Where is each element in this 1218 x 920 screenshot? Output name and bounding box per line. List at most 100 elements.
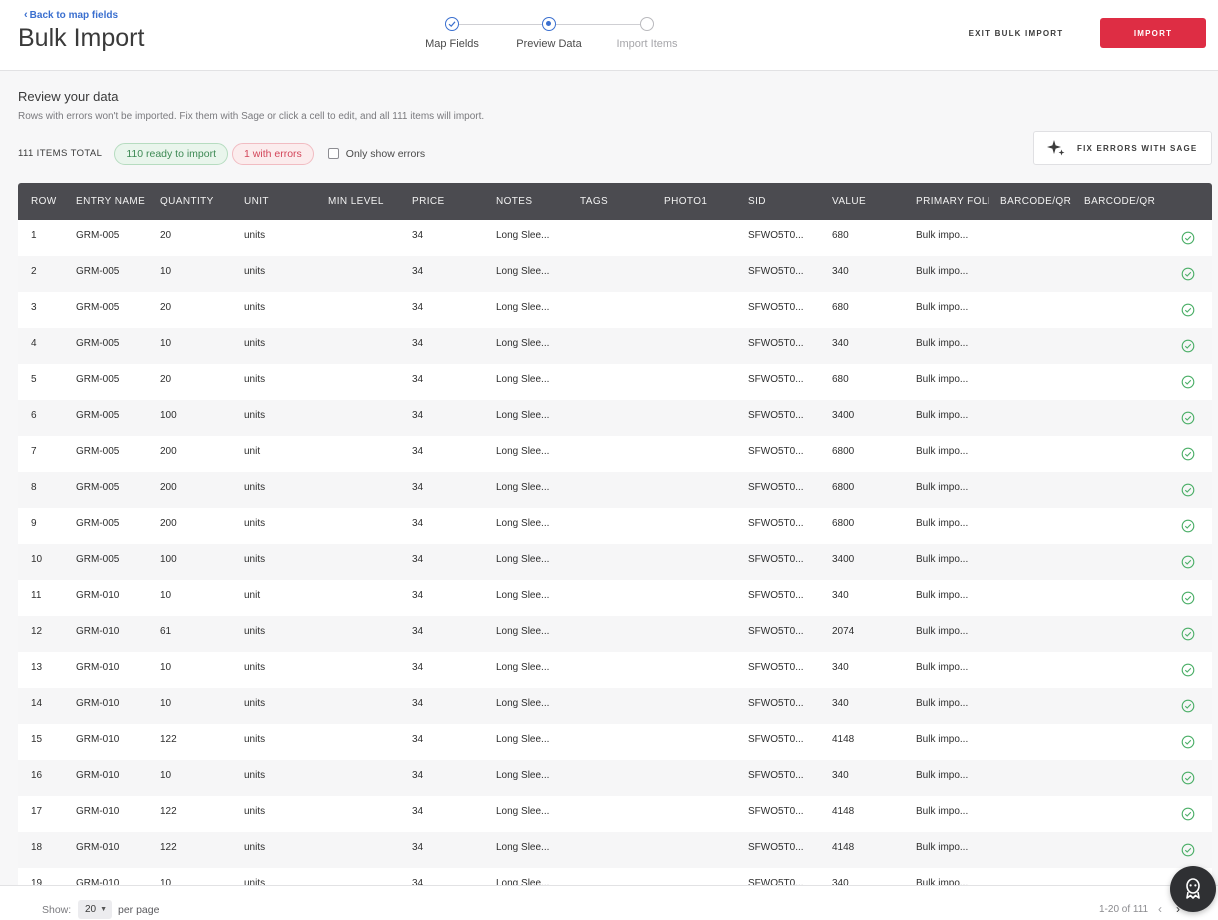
table-cell[interactable]: Long Slee...	[496, 436, 576, 468]
table-cell[interactable]: SFWO5T0...	[748, 796, 828, 828]
table-cell[interactable]	[1084, 868, 1164, 885]
table-cell[interactable]: Bulk impo...	[916, 328, 989, 360]
table-cell[interactable]: GRM-010	[76, 580, 156, 612]
table-cell[interactable]: Bulk impo...	[916, 580, 989, 612]
table-cell[interactable]	[1084, 256, 1164, 288]
table-cell[interactable]: 6800	[832, 472, 912, 504]
table-cell[interactable]: units	[244, 544, 324, 576]
table-cell[interactable]: 200	[160, 508, 240, 540]
table-cell[interactable]: units	[244, 292, 324, 324]
table-row[interactable]: 4 GRM-005 10 units 34 Long Slee... SFWO5T0... 3…	[18, 328, 1212, 364]
table-cell[interactable]: Long Slee...	[496, 652, 576, 684]
table-cell[interactable]: units	[244, 256, 324, 288]
table-row[interactable]: 5 GRM-005 20 units 34 Long Slee... SFWO5T0... 6…	[18, 364, 1212, 400]
table-cell[interactable]	[580, 796, 660, 828]
table-cell[interactable]: 61	[160, 616, 240, 648]
table-cell[interactable]: 6800	[832, 436, 912, 468]
table-cell[interactable]: SFWO5T0...	[748, 688, 828, 720]
table-cell[interactable]	[1084, 364, 1164, 396]
table-cell[interactable]	[1000, 760, 1080, 792]
table-cell[interactable]: units	[244, 508, 324, 540]
table-cell[interactable]: SFWO5T0...	[748, 220, 828, 252]
table-cell[interactable]	[664, 544, 744, 576]
table-cell[interactable]: Long Slee...	[496, 364, 576, 396]
table-cell[interactable]: Long Slee...	[496, 724, 576, 756]
table-cell[interactable]: GRM-005	[76, 256, 156, 288]
step-label-map-fields[interactable]: Map Fields	[425, 38, 479, 50]
table-cell[interactable]: 13	[31, 652, 71, 684]
table-cell[interactable]: units	[244, 328, 324, 360]
table-cell[interactable]	[664, 292, 744, 324]
table-cell[interactable]	[328, 580, 408, 612]
table-cell[interactable]: units	[244, 220, 324, 252]
table-cell[interactable]	[664, 220, 744, 252]
table-cell[interactable]: Bulk impo...	[916, 652, 989, 684]
table-cell[interactable]: Bulk impo...	[916, 472, 989, 504]
table-cell[interactable]: SFWO5T0...	[748, 400, 828, 432]
table-cell[interactable]: units	[244, 364, 324, 396]
table-cell[interactable]	[1000, 508, 1080, 540]
table-cell[interactable]	[664, 832, 744, 864]
table-cell[interactable]: unit	[244, 580, 324, 612]
table-cell[interactable]	[328, 796, 408, 828]
table-cell[interactable]: 8	[31, 472, 71, 504]
table-cell[interactable]: SFWO5T0...	[748, 544, 828, 576]
table-row[interactable]: 9 GRM-005 200 units 34 Long Slee... SFWO5T0...…	[18, 508, 1212, 544]
table-cell[interactable]	[664, 652, 744, 684]
table-cell[interactable]: 34	[412, 292, 492, 324]
table-cell[interactable]	[580, 868, 660, 885]
table-cell[interactable]: 34	[412, 472, 492, 504]
table-cell[interactable]: Long Slee...	[496, 616, 576, 648]
table-cell[interactable]: 34	[412, 796, 492, 828]
table-cell[interactable]	[328, 760, 408, 792]
table-cell[interactable]: 340	[832, 580, 912, 612]
table-cell[interactable]	[1000, 796, 1080, 828]
table-cell[interactable]: Long Slee...	[496, 544, 576, 576]
table-cell[interactable]: Bulk impo...	[916, 724, 989, 756]
table-cell[interactable]: Bulk impo...	[916, 688, 989, 720]
table-cell[interactable]: Long Slee...	[496, 256, 576, 288]
table-cell[interactable]	[1000, 868, 1080, 885]
table-cell[interactable]	[1084, 796, 1164, 828]
table-cell[interactable]	[1084, 508, 1164, 540]
table-cell[interactable]	[1084, 544, 1164, 576]
prev-page-chevron-icon[interactable]: ‹	[1158, 902, 1162, 916]
table-row[interactable]: 12 GRM-010 61 units 34 Long Slee... SFWO5T0...…	[18, 616, 1212, 652]
table-cell[interactable]: 2	[31, 256, 71, 288]
table-cell[interactable]	[580, 292, 660, 324]
table-cell[interactable]	[580, 580, 660, 612]
table-cell[interactable]: Long Slee...	[496, 796, 576, 828]
exit-bulk-import-button[interactable]: EXIT BULK IMPORT	[958, 19, 1074, 47]
table-cell[interactable]: SFWO5T0...	[748, 832, 828, 864]
table-cell[interactable]	[1084, 580, 1164, 612]
table-cell[interactable]: 34	[412, 580, 492, 612]
table-cell[interactable]: units	[244, 400, 324, 432]
table-cell[interactable]	[580, 616, 660, 648]
table-cell[interactable]: 20	[160, 220, 240, 252]
table-cell[interactable]: GRM-010	[76, 868, 156, 885]
table-cell[interactable]	[580, 256, 660, 288]
table-cell[interactable]	[580, 688, 660, 720]
table-cell[interactable]	[1000, 472, 1080, 504]
table-cell[interactable]: Bulk impo...	[916, 508, 989, 540]
table-cell[interactable]: 5	[31, 364, 71, 396]
table-cell[interactable]: SFWO5T0...	[748, 724, 828, 756]
table-cell[interactable]: Long Slee...	[496, 508, 576, 540]
table-row[interactable]: 14 GRM-010 10 units 34 Long Slee... SFWO5T0...…	[18, 688, 1212, 724]
table-cell[interactable]: Long Slee...	[496, 832, 576, 864]
table-cell[interactable]	[1000, 544, 1080, 576]
table-cell[interactable]: Bulk impo...	[916, 400, 989, 432]
table-cell[interactable]: 4148	[832, 796, 912, 828]
table-row[interactable]: 18 GRM-010 122 units 34 Long Slee... SFWO5T0..…	[18, 832, 1212, 868]
table-cell[interactable]: 34	[412, 832, 492, 864]
table-cell[interactable]: 10	[160, 868, 240, 885]
table-cell[interactable]	[1084, 724, 1164, 756]
table-cell[interactable]: SFWO5T0...	[748, 580, 828, 612]
table-cell[interactable]: 680	[832, 364, 912, 396]
table-row[interactable]: 13 GRM-010 10 units 34 Long Slee... SFWO5T0...…	[18, 652, 1212, 688]
table-cell[interactable]: 340	[832, 256, 912, 288]
table-cell[interactable]: 200	[160, 436, 240, 468]
table-cell[interactable]: GRM-005	[76, 364, 156, 396]
table-cell[interactable]	[580, 544, 660, 576]
table-cell[interactable]: Long Slee...	[496, 580, 576, 612]
